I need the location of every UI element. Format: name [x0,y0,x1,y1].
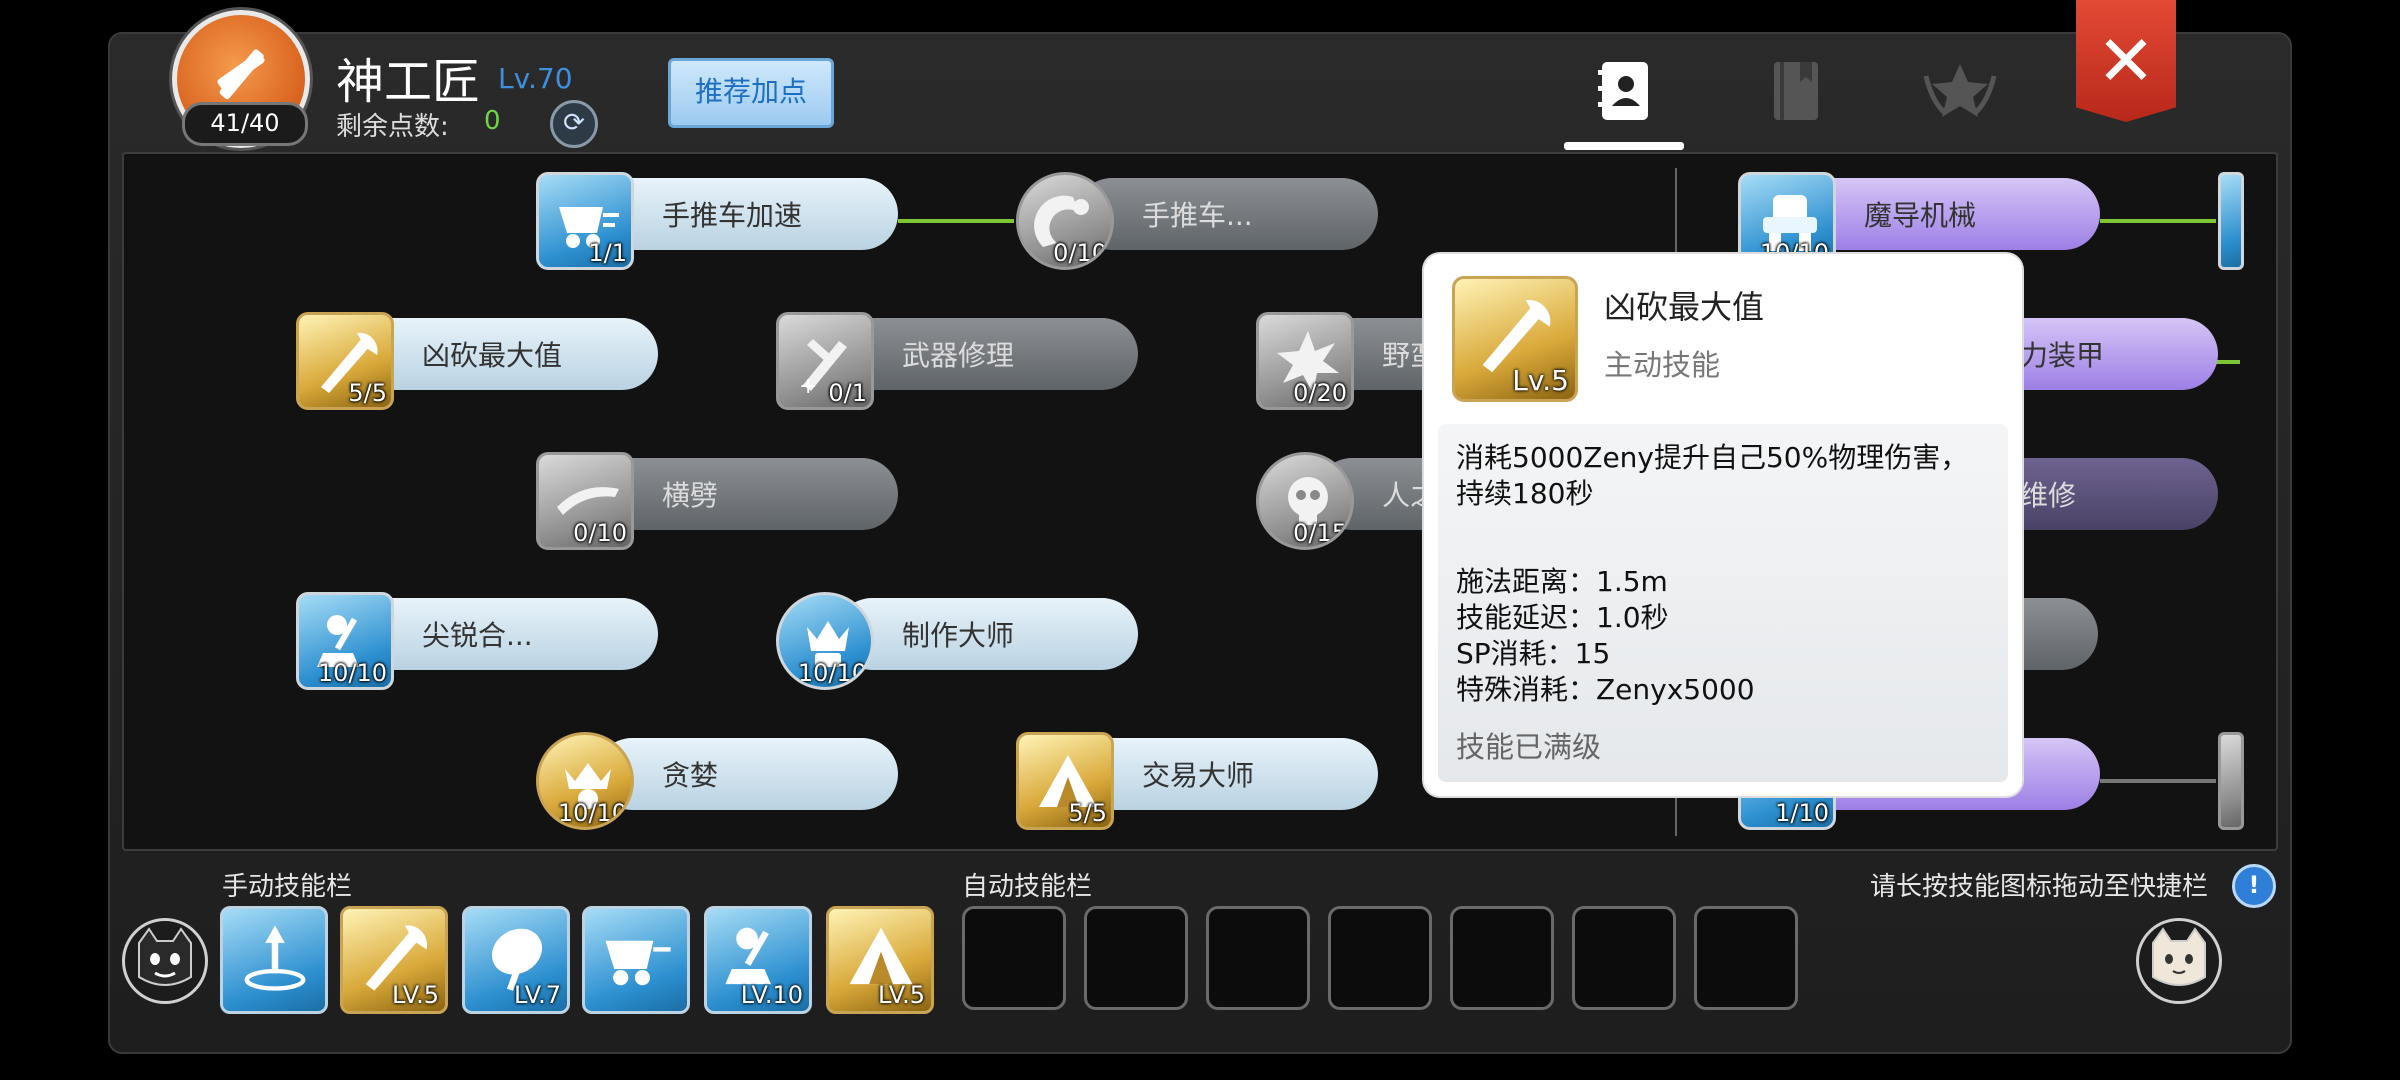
points-used-counter: 41/40 [182,102,308,146]
white-cat-icon[interactable] [2136,918,2222,1004]
recommend-points-button[interactable]: 推荐加点 [668,58,834,128]
skill-name: 交易大师 [1142,759,1255,792]
greed-crown-icon: 10/10 [536,732,634,830]
sharp-alloy-icon: 10/10 [296,592,394,690]
tooltip-body: 消耗5000Zeny提升自己50%物理伤害，持续180秒 施法距离：1.5m 技… [1438,424,2008,782]
skill-connector [898,219,1014,223]
crown-master-icon: 10/10 [776,592,874,690]
manual-slot[interactable]: LV.5 [340,906,448,1014]
axe-slash-icon: Lv.5 [1452,276,1578,402]
reset-points-icon[interactable]: ⟳ [550,100,598,148]
sweep-blade-icon: 0/10 [536,452,634,550]
skill-name: 维修 [2020,479,2077,512]
drag-hint: 请长按技能图标拖动至快捷栏 [1870,872,2209,902]
partial-skill-icon[interactable] [2218,732,2244,830]
savage-burst-icon: 0/20 [1256,312,1354,410]
auto-slot[interactable] [962,906,1066,1010]
contact-book-icon [1598,62,1648,120]
skill-node[interactable]: 尖锐合... 10/10 [296,592,658,690]
skill-name: 横劈 [662,479,719,512]
skill-node[interactable]: 贪婪 10/10 [536,732,898,830]
black-cat-icon[interactable] [122,918,208,1004]
star-emblem-icon [1923,64,1997,117]
tab-skills[interactable] [1590,56,1660,126]
manual-slot[interactable] [220,906,328,1014]
auto-slot[interactable] [1084,906,1188,1010]
close-button[interactable]: ✕ [2076,0,2176,122]
svg-text:+: + [799,374,817,397]
skill-name: 尖锐合... [422,619,533,652]
auto-bar-label: 自动技能栏 [962,872,1093,902]
skill-connector [2100,779,2216,783]
trade-tent-icon: 5/5 [1016,732,1114,830]
skill-node[interactable]: 横劈 0/10 [536,452,898,550]
skill-connector [2100,219,2216,223]
skill-tooltip: Lv.5 凶砍最大值 主动技能 消耗5000Zeny提升自己50%物理伤害，持续… [1424,254,2022,796]
tooltip-skill-type: 主动技能 [1604,348,1721,382]
auto-slot[interactable] [1450,906,1554,1010]
tooltip-level: Lv.5 [1512,364,1569,397]
class-level: Lv.70 [498,62,573,95]
auto-slot[interactable] [1328,906,1432,1010]
auto-slot[interactable] [1206,906,1310,1010]
skill-node[interactable]: 魔导机械 10/10 [1738,172,2100,270]
skill-name: 手推车... [1142,199,1253,232]
active-tab-indicator [1564,142,1684,150]
axe-slash-icon: 5/5 [296,312,394,410]
skill-node[interactable]: 交易大师 5/5 [1016,732,1378,830]
skill-node[interactable]: 手推车... 0/10 [1016,172,1378,270]
skill-name: 手推车加速 [662,199,803,232]
book-icon [1774,62,1818,120]
tooltip-max-note: 技能已满级 [1456,730,1602,764]
class-name: 神工匠 [336,54,481,110]
manual-slot[interactable]: LV.10 [704,906,812,1014]
skill-node[interactable]: 制作大师 10/10 [776,592,1138,690]
manual-slot[interactable] [582,906,690,1014]
info-icon[interactable]: ! [2232,864,2276,908]
tooltip-stat: SP消耗：15 [1456,637,1611,670]
skull-icon: 0/15 [1256,452,1354,550]
tab-book[interactable] [1760,56,1830,126]
tooltip-description: 消耗5000Zeny提升自己50%物理伤害，持续180秒 [1456,441,1969,510]
auto-slot[interactable] [1572,906,1676,1010]
skill-name: 魔导机械 [1864,199,1977,232]
partial-skill-icon[interactable] [2218,172,2244,270]
auto-slot[interactable] [1694,906,1798,1010]
manual-slot[interactable]: LV.7 [462,906,570,1014]
skill-name: 凶砍最大值 [422,339,563,372]
tooltip-stat: 施法距离：1.5m [1456,565,1668,598]
skill-node[interactable]: 武器修理 + 0/1 [776,312,1138,410]
skill-name: 武器修理 [902,339,1015,372]
manual-bar-label: 手动技能栏 [222,872,353,902]
weapon-repair-icon: + 0/1 [776,312,874,410]
skill-node[interactable]: 凶砍最大值 5/5 [296,312,658,410]
cart-attack-icon: 0/10 [1016,172,1114,270]
skill-node[interactable]: 手推车加速 1/1 [536,172,898,270]
remaining-points-value: 0 [484,106,501,136]
skill-name: 贪婪 [662,759,719,792]
tooltip-stat: 特殊消耗：Zenyx5000 [1456,673,1755,706]
tooltip-title: 凶砍最大值 [1604,288,1765,326]
tab-rank[interactable] [1922,56,1997,126]
remaining-points-label: 剩余点数: [336,112,449,142]
tooltip-stat: 技能延迟：1.0秒 [1456,601,1669,634]
skill-name: 力装甲 [2020,339,2105,372]
manual-slot[interactable]: LV.5 [826,906,934,1014]
skill-name: 制作大师 [902,619,1015,652]
cart-speed-icon: 1/1 [536,172,634,270]
